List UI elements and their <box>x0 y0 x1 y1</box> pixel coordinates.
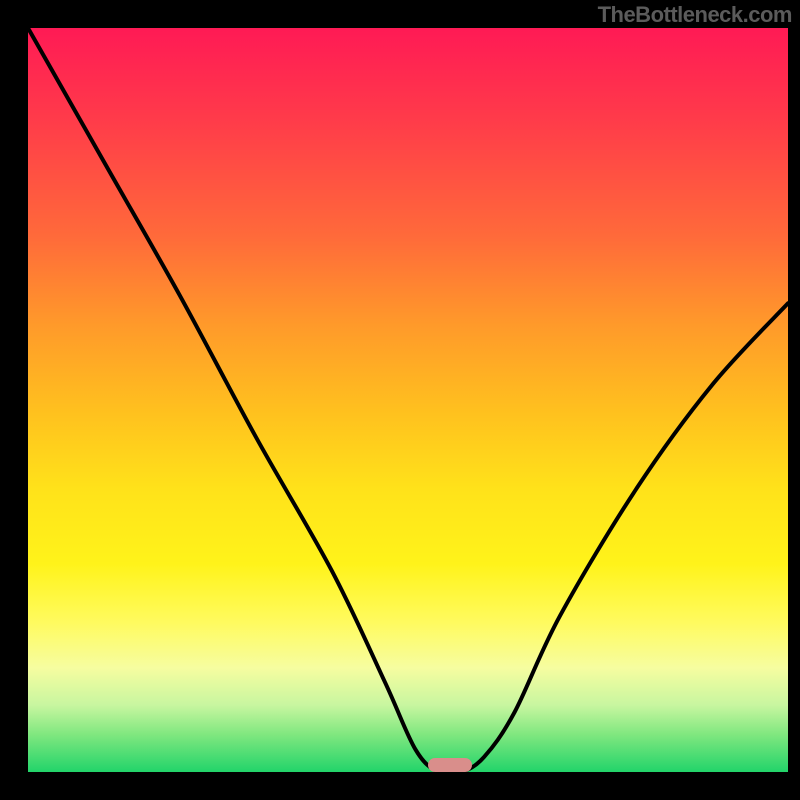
curve-path <box>28 28 788 774</box>
plot-area <box>28 28 788 772</box>
bottleneck-curve <box>28 28 788 772</box>
attribution-text: TheBottleneck.com <box>598 2 792 28</box>
optimum-marker <box>428 758 472 772</box>
chart-frame: TheBottleneck.com <box>0 0 800 800</box>
